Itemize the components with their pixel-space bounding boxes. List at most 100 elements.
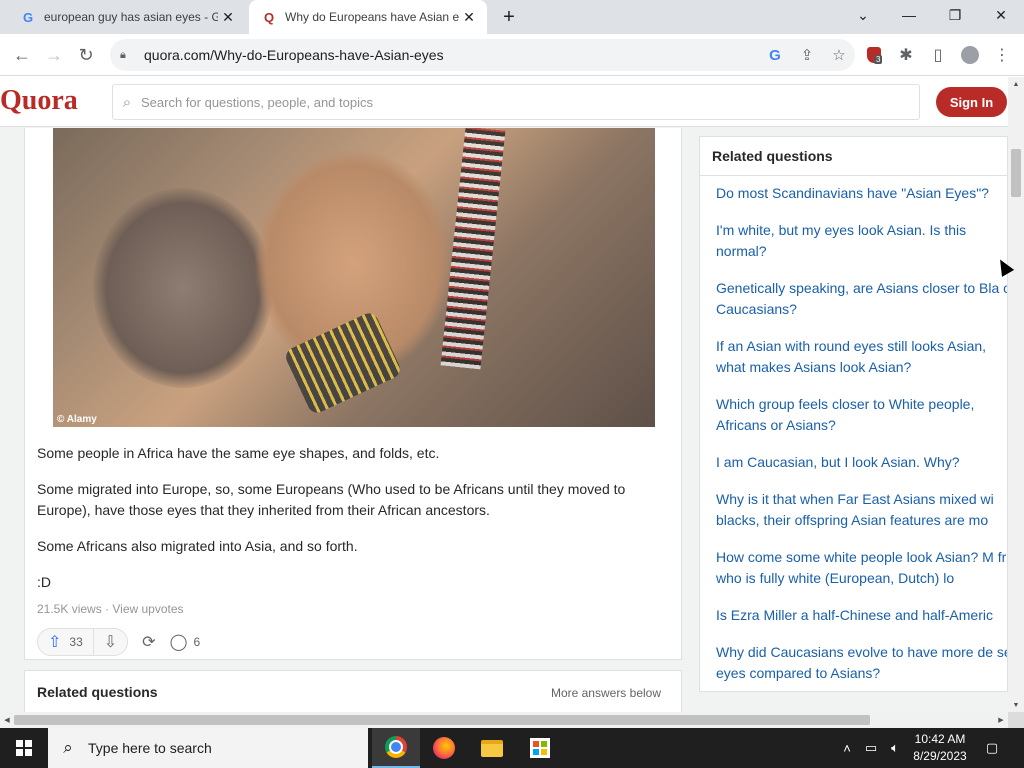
related-question-link[interactable]: How come some white people look Asian? M… — [716, 547, 1007, 589]
tab-quora[interactable]: Q Why do Europeans have Asian ey ✕ — [249, 0, 487, 34]
related-question-link[interactable]: Genetically speaking, are Asians closer … — [716, 278, 1007, 320]
address-bar[interactable]: 🔒︎ quora.com/Why-do-Europeans-have-Asian… — [110, 39, 855, 71]
search-icon: ⌕ — [63, 738, 73, 757]
scroll-left-arrow-icon[interactable]: ◀ — [0, 712, 14, 728]
answer-photo: © Alamy — [53, 128, 655, 427]
lock-icon: 🔒︎ — [120, 48, 126, 61]
related-question-link[interactable]: Do most Scandinavians have "Asian Eyes"? — [716, 183, 1007, 204]
notifications-icon[interactable]: ▢ — [980, 728, 1004, 768]
upvote-count: 33 — [69, 635, 83, 649]
related-question-link[interactable]: Which group feels closer to White people… — [716, 394, 1006, 436]
tab-google-search[interactable]: G european guy has asian eyes - Go ✕ — [8, 0, 246, 34]
vertical-scrollbar[interactable]: ▲ ▼ — [1008, 77, 1024, 712]
downvote-arrow-icon[interactable]: ⇩ — [94, 632, 127, 652]
url-text[interactable]: quora.com/Why-do-Europeans-have-Asian-ey… — [144, 47, 759, 63]
chrome-icon — [385, 736, 407, 758]
comment-bubble-icon: ◯ — [169, 634, 188, 651]
extension-badge: 3 — [874, 55, 883, 64]
answer-paragraph: :D — [37, 574, 51, 590]
photo-credit: © Alamy — [57, 414, 97, 425]
start-button[interactable] — [0, 728, 48, 768]
network-icon[interactable]: ▭ — [860, 728, 882, 768]
related-questions-list: Do most Scandinavians have "Asian Eyes"?… — [716, 183, 1007, 691]
related-questions-section: Related questions More answers below — [24, 670, 682, 712]
quora-header: Quora ⌕ Sign In — [0, 77, 1008, 127]
clock-time: 10:42 AM — [914, 732, 966, 746]
scrollbar-corner — [1008, 712, 1024, 728]
new-tab-button[interactable]: + — [498, 6, 520, 28]
firefox-icon — [433, 737, 455, 759]
vote-group: ⇧ 33 ⇩ — [37, 628, 129, 656]
comment-button[interactable]: ◯ 6 — [170, 632, 201, 652]
clock-date: 8/29/2023 — [913, 749, 967, 763]
search-input[interactable] — [141, 94, 919, 110]
related-questions-sidebar: Related questions Do most Scandinavians … — [699, 136, 1008, 692]
quora-logo[interactable]: Quora — [0, 85, 78, 117]
vertical-scroll-thumb[interactable] — [1011, 149, 1021, 197]
taskbar-search[interactable]: ⌕ Type here to search — [48, 728, 368, 768]
section-title: Related questions — [37, 684, 158, 700]
answer-paragraph: Some migrated into Europe, so, some Euro… — [37, 481, 626, 518]
answer-card: © Alamy Some people in Africa have the s… — [24, 128, 682, 660]
share-reshare-icon[interactable]: ⟳ — [142, 632, 155, 652]
related-question-link[interactable]: If an Asian with round eyes still looks … — [716, 336, 1007, 378]
sign-in-button[interactable]: Sign In — [936, 87, 1007, 117]
sidebar-title: Related questions — [712, 148, 833, 164]
tab-search-chevron-icon[interactable]: ⌄ — [840, 0, 886, 30]
volume-icon[interactable]: 🔈︎ — [884, 728, 906, 768]
answer-paragraph: Some people in Africa have the same eye … — [37, 445, 440, 461]
search-icon: ⌕ — [122, 93, 132, 111]
reload-icon[interactable]: ↻ — [74, 43, 98, 67]
taskbar-firefox[interactable] — [420, 728, 468, 768]
tab-title: european guy has asian eyes - Go — [44, 10, 218, 24]
quora-icon: Q — [263, 9, 275, 25]
taskbar-store[interactable] — [516, 728, 564, 768]
horizontal-scrollbar[interactable]: ◀ ▶ — [0, 712, 1008, 728]
related-question-link[interactable]: I am Caucasian, but I look Asian. Why? — [716, 452, 1007, 473]
close-tab-icon[interactable]: ✕ — [218, 7, 238, 27]
windows-logo-icon — [16, 740, 32, 756]
upvote-button[interactable]: ⇧ 33 — [38, 629, 94, 655]
upvote-arrow-icon: ⇧ — [48, 634, 62, 651]
answer-paragraph: Some Africans also migrated into Asia, a… — [37, 538, 358, 554]
search-bar[interactable]: ⌕ — [112, 84, 920, 120]
more-answers-label: More answers below — [550, 686, 661, 700]
tray-chevron-up-icon[interactable]: ˄ — [838, 728, 856, 768]
extensions-puzzle-icon[interactable]: ✱ — [894, 43, 918, 67]
answer-meta[interactable]: 21.5K views · View upvotes — [37, 602, 184, 616]
side-panel-icon[interactable]: ▯ — [926, 43, 950, 67]
scroll-right-arrow-icon[interactable]: ▶ — [994, 712, 1008, 728]
scroll-down-arrow-icon[interactable]: ▼ — [1008, 698, 1024, 712]
minimize-button[interactable]: — — [886, 0, 932, 30]
profile-avatar-icon[interactable] — [958, 43, 982, 67]
menu-kebab-icon[interactable]: ⋮ — [990, 43, 1014, 67]
back-arrow-icon[interactable]: ← — [10, 43, 34, 67]
bookmark-star-icon[interactable]: ☆ — [823, 46, 855, 64]
forward-arrow-icon[interactable]: → — [42, 43, 66, 67]
related-question-link[interactable]: Is Ezra Miller a half-Chinese and half-A… — [716, 605, 1007, 626]
taskbar: ⌕ Type here to search ˄ ▭ 🔈︎ 10:42 AM 8/… — [0, 728, 1024, 768]
related-question-link[interactable]: Why did Caucasians evolve to have more d… — [716, 642, 1007, 684]
close-tab-icon[interactable]: ✕ — [459, 7, 479, 27]
taskbar-chrome[interactable] — [372, 728, 420, 768]
related-question-link[interactable]: I'm white, but my eyes look Asian. Is th… — [716, 220, 996, 262]
tab-strip: G european guy has asian eyes - Go ✕ Q W… — [0, 0, 1024, 34]
page-content: Quora ⌕ Sign In © Alamy Some people in A… — [0, 77, 1008, 712]
google-icon: G — [22, 9, 34, 25]
share-icon[interactable]: ⇪ — [791, 46, 823, 64]
answer-actions: ⇧ 33 ⇩ ⟳ ◯ 6 — [37, 628, 200, 656]
extension-shield-icon[interactable]: 3 — [862, 43, 886, 67]
tab-title: Why do Europeans have Asian ey — [285, 10, 459, 24]
system-clock[interactable]: 10:42 AM 8/29/2023 — [905, 731, 975, 765]
horizontal-scroll-thumb[interactable] — [14, 715, 870, 725]
browser-toolbar: ← → ↻ 🔒︎ quora.com/Why-do-Europeans-have… — [0, 34, 1024, 76]
restore-button[interactable]: ❐ — [932, 0, 978, 30]
taskbar-file-explorer[interactable] — [468, 728, 516, 768]
scroll-up-arrow-icon[interactable]: ▲ — [1008, 77, 1024, 91]
related-question-link[interactable]: Why is it that when Far East Asians mixe… — [716, 489, 1007, 531]
close-window-button[interactable]: ✕ — [978, 0, 1024, 30]
store-icon — [530, 738, 550, 758]
comment-count: 6 — [193, 635, 201, 649]
folder-icon — [481, 739, 503, 757]
google-lens-icon[interactable]: G — [759, 47, 791, 64]
